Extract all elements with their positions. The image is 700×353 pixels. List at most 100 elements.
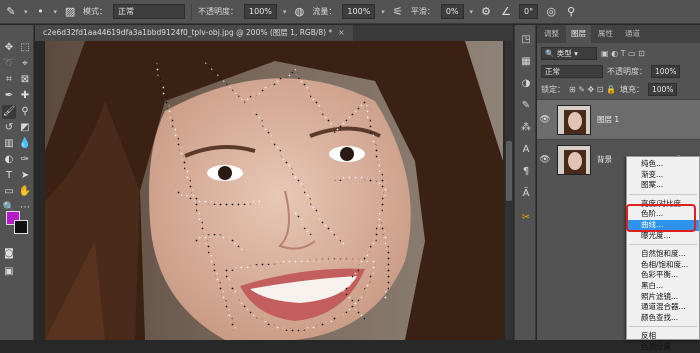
chevron-down-icon[interactable]: ▾ [381,8,385,16]
character-icon[interactable]: A [519,143,533,157]
tab-layers[interactable]: 图层 [566,25,591,43]
tab-channels[interactable]: 通道 [620,25,645,43]
blend-row: 正常 不透明度： 100% [537,63,700,79]
history-icon[interactable]: ◳ [519,33,533,47]
chevron-down-icon[interactable]: ▾ [54,8,58,16]
menu-item-solid-color[interactable]: 纯色... [627,159,699,170]
chevron-down-icon[interactable]: ▾ [470,8,474,16]
airbrush-icon[interactable]: ⚟ [391,5,405,19]
brush-size-icon[interactable]: • [34,5,48,19]
menu-item-gradient[interactable]: 渐变... [627,170,699,181]
document-tab[interactable]: c2e6d32fd1aa44619dfa3a1bbd9124f0_tplv-ob… [35,25,353,41]
pressure-opacity-icon[interactable]: ◍ [292,5,306,19]
layer-thumbnail [557,104,591,135]
layer-row-layer1[interactable]: 👁 图层 1 [537,99,700,139]
path-selection-tool-icon[interactable]: ➤ [18,169,32,183]
screen-mode-icon[interactable]: ▣ [2,265,16,279]
menu-item-channel-mixer[interactable]: 通道混合器... [627,302,699,313]
menu-item-posterize[interactable]: 色调分离 [627,342,699,353]
document-tab-bar: c2e6d32fd1aa44619dfa3a1bbd9124f0_tplv-ob… [35,25,513,41]
paragraph-icon[interactable]: ¶ [519,165,533,179]
portrait-photo [45,41,503,340]
glyphs-icon[interactable]: Ä [519,187,533,201]
smoothing-field[interactable]: 0% [440,4,464,19]
menu-item-color-balance[interactable]: 色彩平衡... [627,270,699,281]
menu-item-pattern[interactable]: 图案... [627,180,699,191]
lock-icons[interactable]: ⊞ ✎ ✥ ⊡ 🔒 [569,85,616,94]
vertical-scrollbar[interactable] [505,41,513,340]
brush-settings-panel-icon[interactable]: ✎ [519,99,533,113]
tools-preset-icon[interactable]: ✂ [519,211,533,225]
tab-properties[interactable]: 属性 [593,25,618,43]
smoothing-label: 平滑： [410,7,435,16]
image-canvas[interactable] [45,41,503,340]
move-tool-icon[interactable]: ✥ [2,41,16,55]
fill-field[interactable]: 100% [647,82,678,96]
lasso-tool-icon[interactable]: ➰ [2,57,16,71]
pen-tool-icon[interactable]: ✑ [18,153,32,167]
quick-selection-tool-icon[interactable]: ⌖ [18,57,32,71]
divider [191,3,193,20]
filter-icons[interactable]: ▣ ◐ T ▭ ⊡ [601,49,645,58]
highlight-callout [626,204,696,232]
chevron-down-icon[interactable]: ▾ [24,8,28,16]
eraser-tool-icon[interactable]: ◩ [18,121,32,135]
marquee-tool-icon[interactable]: ⬚ [18,41,32,55]
more-tools-icon[interactable]: ⋯ [18,201,32,215]
menu-item-hue-saturation[interactable]: 色相/饱和度... [627,260,699,271]
crop-tool-icon[interactable]: ⌗ [2,73,16,87]
menu-divider [629,244,697,246]
gear-icon[interactable]: ⚙ [479,5,493,19]
background-color-swatch[interactable] [14,220,28,234]
quick-mask-icon[interactable]: ◙ [2,247,16,261]
swatches-icon[interactable]: ▦ [519,55,533,69]
blend-mode-select[interactable]: 正常 [541,64,603,78]
menu-item-photo-filter[interactable]: 照片滤镜... [627,292,699,303]
opacity-label: 不透明度： [607,66,647,76]
dodge-tool-icon[interactable]: ◐ [2,153,16,167]
hand-tool-icon[interactable]: ✋ [18,185,32,199]
frame-tool-icon[interactable]: ⊠ [18,73,32,87]
tools-panel: ✥ ⬚ ➰ ⌖ ⌗ ⊠ ✒ ✚ 🖌 ⚲ ↺ ◩ ▥ 💧 ◐ ✑ T ➤ ▭ ✋ … [0,25,34,340]
close-icon[interactable]: × [338,28,344,37]
menu-item-exposure[interactable]: 曝光度... [627,231,699,242]
color-icon[interactable]: ◑ [519,77,533,91]
brush-settings-icon[interactable]: ▨ [63,5,77,19]
type-tool-icon[interactable]: T [2,169,16,183]
menu-item-invert[interactable]: 反相 [627,331,699,342]
menu-item-color-lookup[interactable]: 颜色查找... [627,313,699,324]
clone-stamp-tool-icon[interactable]: ⚲ [18,105,32,119]
menu-divider [629,326,697,328]
menu-item-black-white[interactable]: 黑白... [627,281,699,292]
history-brush-tool-icon[interactable]: ↺ [2,121,16,135]
angle-icon[interactable]: ∠ [499,5,513,19]
gradient-tool-icon[interactable]: ▥ [2,137,16,151]
angle-field[interactable]: 0° [519,4,539,19]
symmetry-icon[interactable]: ⚲ [564,5,578,19]
menu-item-vibrance[interactable]: 自然饱和度... [627,249,699,260]
layer-filter-select[interactable]: 🔍 类型 ▾ [541,46,597,60]
tab-adjustments[interactable]: 调整 [539,25,564,43]
opacity-field[interactable]: 100% [244,4,277,19]
options-bar: ✎ ▾ • ▾ ▨ 模式： 正常 不透明度： 100% ▾ ◍ 流量： 100%… [0,0,700,24]
brushes-panel-icon[interactable]: ⁂ [519,121,533,135]
eye-icon[interactable]: 👁 [537,155,553,165]
flow-field[interactable]: 100% [342,4,376,19]
brush-tool-icon[interactable]: 🖌 [2,105,16,119]
mode-select[interactable]: 正常 [113,4,186,19]
shape-tool-icon[interactable]: ▭ [2,185,16,199]
flow-label: 流量： [312,7,337,16]
eyedropper-tool-icon[interactable]: ✒ [2,89,16,103]
chevron-down-icon[interactable]: ▾ [283,8,287,16]
brush-preset-icon[interactable]: ✎ [4,5,18,19]
lock-row: 锁定： ⊞ ✎ ✥ ⊡ 🔒 填充： 100% [537,81,700,97]
blur-tool-icon[interactable]: 💧 [18,137,32,151]
healing-brush-tool-icon[interactable]: ✚ [18,89,32,103]
opacity-label: 不透明度： [198,7,239,16]
layer-opacity-field[interactable]: 100% [651,64,681,78]
panel-icon-strip: ◳ ▦ ◑ ✎ ⁂ A ¶ Ä ✂ [514,25,536,340]
eye-icon[interactable]: 👁 [537,115,553,125]
filter-row: 🔍 类型 ▾ ▣ ◐ T ▭ ⊡ [537,45,700,61]
scroll-thumb[interactable] [506,141,512,201]
pressure-size-icon[interactable]: ◎ [544,5,558,19]
